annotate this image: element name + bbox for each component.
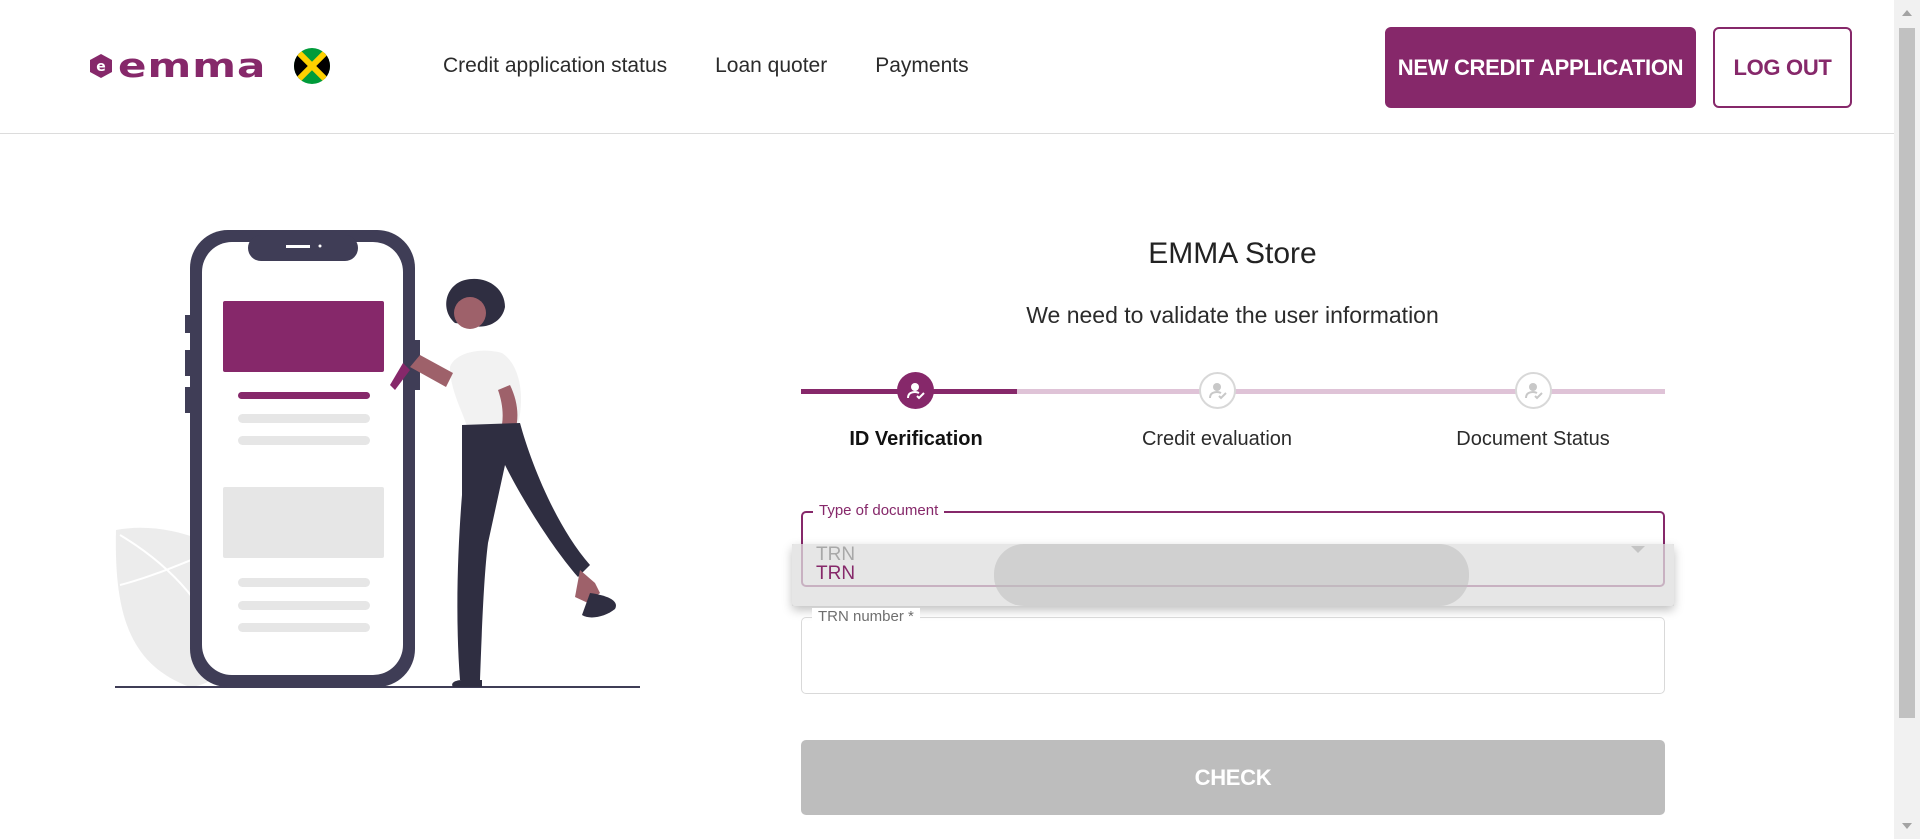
nav-payments[interactable]: Payments [875, 54, 968, 78]
logo-wordmark: emma [118, 46, 267, 85]
step-label-id-verification: ID Verification [849, 428, 983, 450]
trn-number-field[interactable]: TRN number * [801, 608, 1665, 694]
step-label-document-status: Document Status [1456, 428, 1610, 450]
step-document-status-icon[interactable] [1515, 372, 1552, 409]
main-nav: Credit application status Loan quoter Pa… [443, 54, 969, 78]
document-type-option-trn[interactable]: TRN [816, 563, 855, 585]
trn-number-input[interactable] [816, 642, 1646, 676]
stepper-track [1017, 389, 1665, 394]
step-credit-evaluation-icon[interactable] [1199, 372, 1236, 409]
new-credit-application-button[interactable]: NEW CREDIT APPLICATION [1385, 27, 1696, 108]
store-title: EMMA Store [1148, 237, 1317, 270]
svg-text:e: e [96, 59, 106, 75]
emma-logo[interactable]: e emma [88, 46, 266, 86]
user-check-icon [1208, 382, 1227, 399]
scroll-down-arrow-icon[interactable] [1902, 823, 1912, 829]
trn-number-label: TRN number * [812, 608, 920, 625]
emma-badge-icon: e [90, 54, 112, 78]
progress-stepper: ID Verification Credit evaluation Docume… [801, 370, 1665, 450]
scroll-up-arrow-icon[interactable] [1902, 10, 1912, 16]
top-header: e emma Credit application status Loan qu… [0, 0, 1894, 134]
document-type-dropdown: TRN TRN [792, 544, 1674, 606]
document-type-label: Type of document [813, 502, 945, 519]
step-id-verification-icon[interactable] [897, 372, 934, 409]
step-label-credit-evaluation: Credit evaluation [1141, 428, 1293, 450]
validation-subtitle: We need to validate the user information [1026, 302, 1439, 328]
jamaica-flag-icon [294, 48, 330, 84]
phone-user-illustration [115, 230, 640, 688]
user-check-icon [906, 382, 925, 399]
option-ripple [994, 544, 1469, 606]
scroll-thumb[interactable] [1899, 28, 1915, 718]
check-button[interactable]: CHECK [801, 740, 1665, 815]
nav-loan-quoter[interactable]: Loan quoter [715, 54, 827, 78]
page-scrollbar[interactable] [1894, 0, 1920, 839]
user-check-icon [1524, 382, 1543, 399]
nav-credit-application-status[interactable]: Credit application status [443, 54, 667, 78]
logout-button[interactable]: LOG OUT [1713, 27, 1852, 108]
